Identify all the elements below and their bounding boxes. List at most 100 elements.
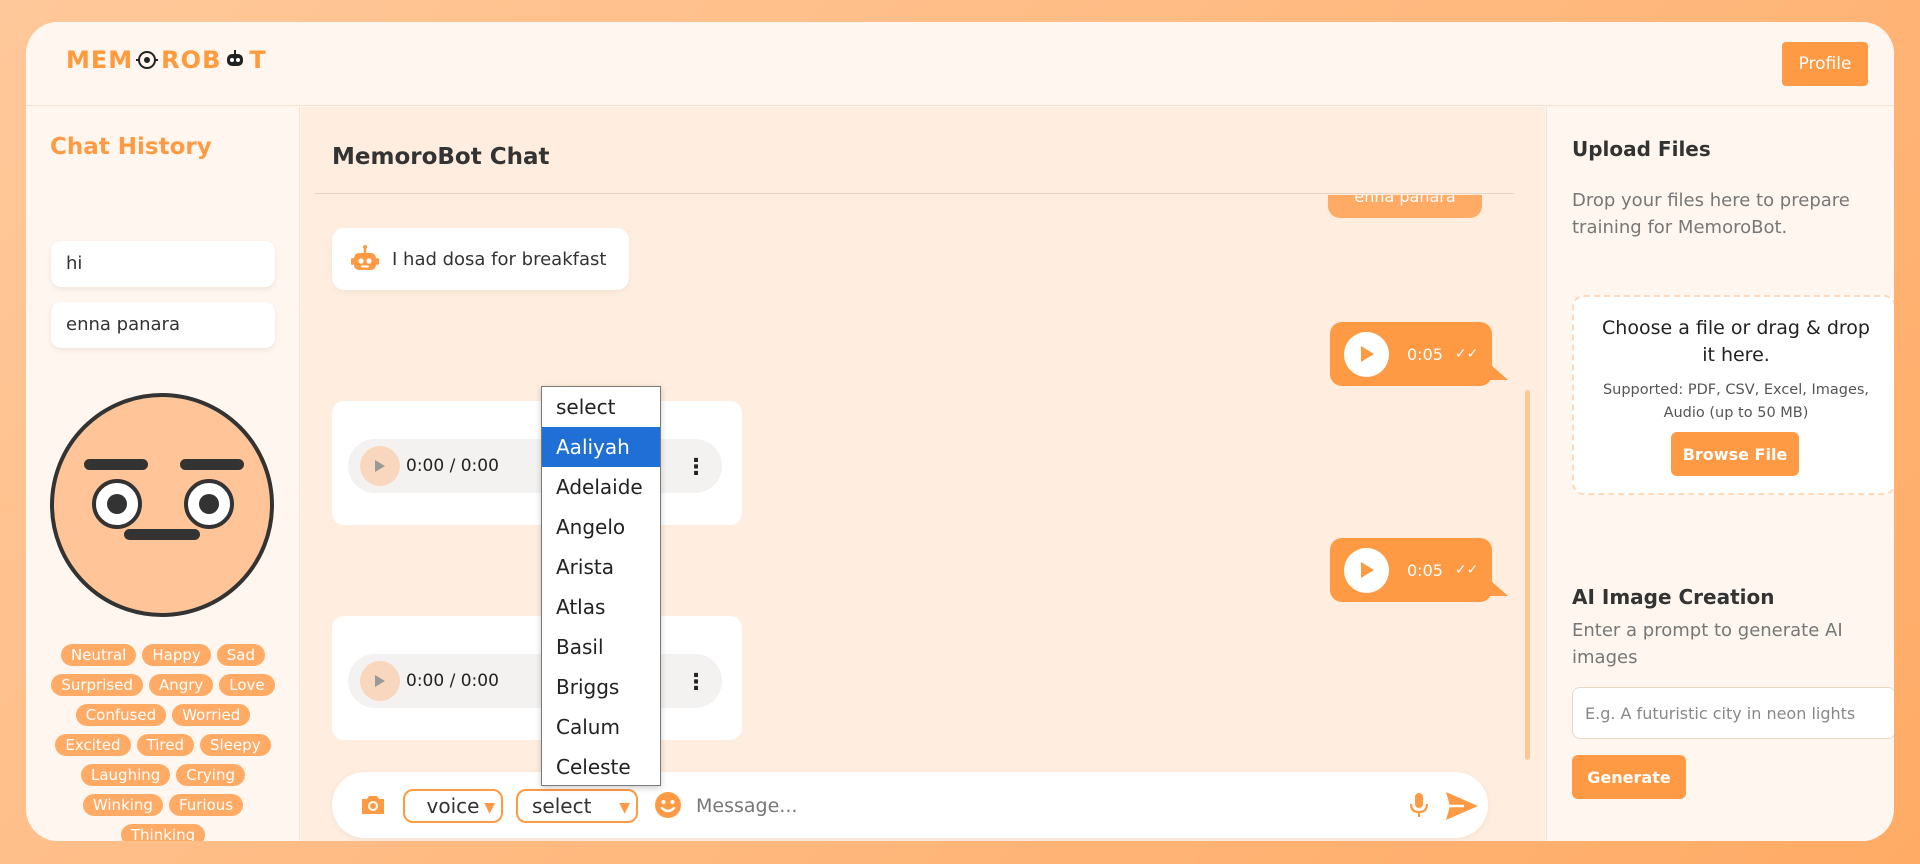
profile-button[interactable]: Profile (1782, 42, 1868, 86)
voice-duration: 0:05 (1407, 344, 1443, 364)
audio-player: 0:00 / 0:00 🔊 ⋮ (348, 439, 722, 493)
audio-message-card: 0:00 / 0:00 🔊 ⋮ (332, 401, 742, 525)
voice-message: 0:05 ✓✓ (1330, 322, 1508, 386)
emotion-tags: Neutral Happy Sad Surprised Angry Love C… (46, 644, 280, 841)
robot-icon (351, 245, 379, 270)
emotion-crying[interactable]: Crying (176, 764, 245, 786)
emotion-sleepy[interactable]: Sleepy (200, 734, 271, 756)
mouth (124, 529, 200, 540)
dropdown-option[interactable]: Calum (542, 707, 660, 747)
dropdown-option[interactable]: Angelo (542, 507, 660, 547)
play-button[interactable] (1344, 331, 1389, 377)
tools-sidebar: Upload Files Drop your files here to pre… (1546, 107, 1894, 841)
dropdown-option[interactable]: Adelaide (542, 467, 660, 507)
audio-time: 0:00 / 0:00 (406, 671, 499, 691)
user-message-bubble: enna panara (1328, 195, 1482, 218)
emotion-face-avatar (50, 393, 274, 617)
emotion-winking[interactable]: Winking (82, 794, 163, 816)
emotion-excited[interactable]: Excited (55, 734, 131, 756)
more-options-icon[interactable]: ⋮ (685, 455, 707, 480)
audio-player: 0:00 / 0:00 🔊 ⋮ (348, 654, 722, 708)
emotion-thinking[interactable]: Thinking (120, 824, 206, 841)
chat-history-sidebar: Chat History hi enna panara Neutral Happ… (26, 107, 300, 841)
play-button[interactable] (1344, 547, 1389, 593)
app-window: MEM RO B T Profile Chat History hi enna … (26, 22, 1894, 841)
browse-file-button[interactable]: Browse File (1671, 432, 1799, 476)
message-input-bar: voice ▼ select ▼ (332, 772, 1488, 838)
play-icon (375, 675, 385, 687)
audio-message-card: 0:00 / 0:00 🔊 ⋮ (332, 616, 742, 740)
image-prompt-input[interactable] (1572, 687, 1894, 739)
chat-panel: MemoroBot Chat enna panara I had dosa fo… (301, 107, 1545, 841)
divider (314, 193, 1514, 194)
upload-description: Drop your files here to prepare training… (1572, 190, 1850, 238)
emotion-neutral[interactable]: Neutral (60, 644, 137, 666)
voice-mode-select[interactable]: voice ▼ (403, 789, 503, 823)
top-header: MEM RO B T Profile (26, 22, 1894, 106)
chat-history-title: Chat History (50, 134, 212, 160)
emotion-confused[interactable]: Confused (75, 704, 167, 726)
robot-head-icon (227, 50, 244, 66)
dropdown-option[interactable]: Celeste (542, 747, 660, 785)
chat-scrollbar[interactable] (1525, 390, 1530, 760)
dropdown-option[interactable]: select (542, 387, 660, 427)
dropdown-option[interactable]: Briggs (542, 667, 660, 707)
emotion-worried[interactable]: Worried (172, 704, 251, 726)
emotion-angry[interactable]: Angry (148, 674, 214, 696)
read-ticks-icon: ✓✓ (1454, 562, 1479, 578)
chevron-down-icon: ▼ (619, 800, 630, 816)
microphone-icon[interactable] (1404, 790, 1434, 820)
ai-image-title: AI Image Creation (1572, 585, 1775, 609)
voice-mode-value: voice (426, 794, 480, 818)
logo-text-part: B (202, 46, 222, 74)
audio-time: 0:00 / 0:00 (406, 456, 499, 476)
camera-icon[interactable] (358, 790, 388, 820)
history-item[interactable]: enna panara (51, 302, 275, 348)
emotion-laughing[interactable]: Laughing (81, 764, 171, 786)
drop-zone-title: Choose a file or drag & drop it here. (1602, 317, 1870, 366)
right-eye (184, 479, 234, 529)
history-item[interactable]: hi (51, 241, 275, 287)
play-icon (375, 460, 385, 472)
left-eyebrow (84, 459, 148, 470)
file-drop-zone[interactable]: Choose a file or drag & drop it here. Su… (1572, 295, 1894, 495)
play-icon (1360, 346, 1374, 362)
play-icon (1360, 562, 1374, 578)
emotion-furious[interactable]: Furious (168, 794, 244, 816)
bot-message-text: I had dosa for breakfast (392, 248, 607, 270)
dropdown-option[interactable]: Atlas (542, 587, 660, 627)
logo-text-part: MEM (66, 46, 134, 74)
send-icon[interactable] (1444, 789, 1480, 823)
emotion-love[interactable]: Love (219, 674, 275, 696)
voice-name-select[interactable]: select ▼ (516, 789, 638, 823)
message-input[interactable] (696, 789, 1376, 823)
chat-title: MemoroBot Chat (332, 144, 550, 170)
emotion-sad[interactable]: Sad (216, 644, 266, 666)
emoji-icon[interactable] (653, 790, 683, 820)
voice-name-value: select (532, 794, 592, 818)
logo-text-part: RO (161, 46, 203, 74)
dropdown-option[interactable]: Arista (542, 547, 660, 587)
voice-duration: 0:05 (1407, 560, 1443, 580)
dropdown-option[interactable]: Basil (542, 627, 660, 667)
bot-message: I had dosa for breakfast (332, 228, 629, 290)
memorobot-logo[interactable]: MEM RO B T (66, 46, 267, 74)
audio-play-button[interactable] (360, 446, 400, 486)
emotion-happy[interactable]: Happy (142, 644, 211, 666)
right-eyebrow (180, 459, 244, 470)
voice-message: 0:05 ✓✓ (1330, 538, 1508, 602)
more-options-icon[interactable]: ⋮ (685, 670, 707, 695)
voice-name-dropdown-list: select Aaliyah Adelaide Angelo Arista At… (541, 386, 661, 786)
emotion-surprised[interactable]: Surprised (51, 674, 143, 696)
dropdown-option-highlighted[interactable]: Aaliyah (542, 427, 660, 467)
ai-image-description: Enter a prompt to generate AI images (1572, 620, 1843, 668)
upload-files-title: Upload Files (1572, 137, 1711, 161)
robot-o-icon (136, 51, 159, 69)
audio-play-button[interactable] (360, 661, 400, 701)
logo-text-part: T (249, 46, 267, 74)
read-ticks-icon: ✓✓ (1454, 346, 1479, 362)
emotion-tired[interactable]: Tired (136, 734, 195, 756)
chevron-down-icon: ▼ (484, 800, 495, 816)
left-eye (92, 479, 142, 529)
generate-button[interactable]: Generate (1572, 755, 1686, 799)
